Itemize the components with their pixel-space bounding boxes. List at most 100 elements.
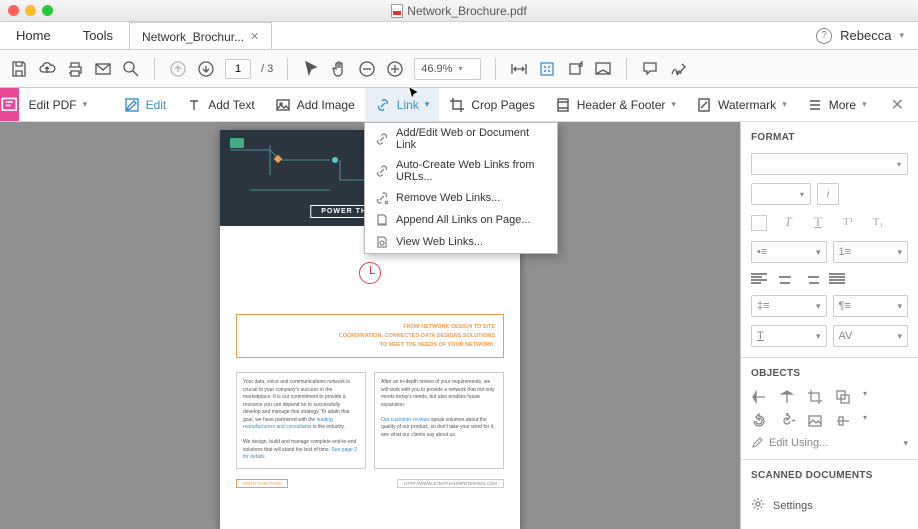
char-spacing-select[interactable]: AV▾ (833, 325, 909, 347)
paragraph-spacing-select[interactable]: ¶≡▾ (833, 295, 909, 317)
link-button[interactable]: Link ▾ (365, 88, 440, 121)
image-icon (275, 97, 291, 113)
menu-add-edit-link[interactable]: Add/Edit Web or Document Link (365, 123, 557, 155)
superscript-button[interactable]: T¹ (839, 215, 857, 229)
page-number-input[interactable] (225, 59, 251, 79)
font-family-select[interactable]: ▾ (751, 153, 908, 175)
scanned-section-header: SCANNED DOCUMENTS (751, 470, 908, 481)
window-title-text: Network_Brochure.pdf (407, 4, 526, 18)
flip-vertical-icon[interactable] (751, 389, 767, 405)
link-remove-icon (375, 191, 389, 205)
body-column-right: After an in-depth review of your require… (374, 372, 504, 469)
edit-icon (124, 97, 140, 113)
rotate-ccw-icon[interactable] (751, 413, 767, 429)
settings-button[interactable]: Settings (751, 491, 908, 520)
comment-icon[interactable] (641, 60, 659, 78)
zoom-in-icon[interactable] (386, 60, 404, 78)
body-link-reviews[interactable]: Our customer reviews (381, 417, 430, 423)
fit-width-icon[interactable] (510, 60, 528, 78)
cloud-upload-icon[interactable] (38, 60, 56, 78)
user-menu[interactable]: Rebecca (840, 28, 891, 43)
email-icon[interactable] (94, 60, 112, 78)
clock-icon (359, 262, 381, 284)
align-justify-button[interactable] (829, 273, 845, 285)
edit-using-button[interactable]: Edit Using... ▾ (751, 437, 908, 449)
objects-section-header: OBJECTS (751, 368, 908, 379)
rotate-cw-icon[interactable] (779, 413, 795, 429)
format-panel: FORMAT ▾ ▾ i T T T¹ T₁ •≡▾ 1≡▾ ‡≡▾ ¶≡▾ (740, 122, 918, 529)
page-up-icon[interactable] (169, 60, 187, 78)
window-title: Network_Brochure.pdf (0, 4, 918, 18)
menu-remove-links[interactable]: Remove Web Links... (365, 187, 557, 209)
horizontal-scale-select[interactable]: T▾ (751, 325, 827, 347)
body-column-left: Your data, voice and communications netw… (236, 372, 366, 469)
bullet-list-button[interactable]: •≡▾ (751, 241, 827, 263)
view-icon (375, 235, 389, 249)
header-footer-icon (555, 97, 571, 113)
page-total-label: / 3 (261, 63, 273, 75)
tabbar: Home Tools Network_Brochur... ✕ ? Rebecc… (0, 22, 918, 50)
document-area[interactable]: Add/Edit Web or Document Link Auto-Creat… (0, 122, 740, 529)
format-section-header: FORMAT (751, 132, 908, 143)
flip-horizontal-icon[interactable] (779, 389, 795, 405)
document-tab[interactable]: Network_Brochur... ✕ (129, 22, 272, 50)
save-icon[interactable] (10, 60, 28, 78)
underline-button[interactable]: T (809, 215, 827, 229)
page-down-icon[interactable] (197, 60, 215, 78)
link-dropdown-menu: Add/Edit Web or Document Link Auto-Creat… (364, 122, 558, 254)
pdf-icon (391, 4, 403, 18)
sign-icon[interactable] (669, 60, 687, 78)
watermark-button[interactable]: Watermark▾ (686, 88, 797, 121)
crop-object-icon[interactable] (807, 389, 823, 405)
select-tool-icon[interactable] (302, 60, 320, 78)
edit-pdf-tool-icon[interactable] (0, 88, 19, 121)
zoom-select[interactable]: 46.9%▾ (414, 58, 481, 80)
main-toolbar: / 3 46.9%▾ (0, 50, 918, 88)
workspace: Add/Edit Web or Document Link Auto-Creat… (0, 122, 918, 529)
zoom-out-icon[interactable] (358, 60, 376, 78)
edit-pdf-menu[interactable]: Edit PDF▾ (19, 88, 98, 121)
color-swatch[interactable] (751, 215, 767, 231)
hand-tool-icon[interactable] (330, 60, 348, 78)
font-size-select[interactable]: ▾ (751, 183, 811, 205)
add-image-button[interactable]: Add Image (265, 88, 365, 121)
tab-home[interactable]: Home (0, 22, 67, 49)
menu-append-links[interactable]: Append All Links on Page... (365, 209, 557, 231)
print-page-link[interactable]: PRINT THIS PAGE (236, 479, 288, 488)
tab-tools[interactable]: Tools (67, 22, 129, 49)
line-spacing-select[interactable]: ‡≡▾ (751, 295, 827, 317)
search-icon[interactable] (122, 60, 140, 78)
arrange-icon[interactable] (835, 389, 851, 405)
italic-button[interactable]: T (779, 215, 797, 229)
edit-button[interactable]: Edit (114, 88, 177, 121)
rotate-icon[interactable] (566, 60, 584, 78)
crop-pages-button[interactable]: Crop Pages (439, 88, 544, 121)
more-button[interactable]: More▾ (797, 88, 877, 121)
header-footer-button[interactable]: Header & Footer▾ (545, 88, 686, 121)
align-right-button[interactable] (803, 273, 819, 285)
website-link[interactable]: HTTP://WWW.JONATHANWPETERSEN.COM (397, 479, 504, 488)
page-icon (375, 213, 389, 227)
close-editbar-icon[interactable]: ✕ (877, 95, 918, 115)
fit-page-icon[interactable] (538, 60, 556, 78)
close-tab-icon[interactable]: ✕ (250, 30, 259, 43)
add-text-button[interactable]: Add Text (176, 88, 264, 121)
chevron-down-icon: ▾ (899, 30, 904, 41)
crop-icon (449, 97, 465, 113)
subscript-button[interactable]: T₁ (869, 215, 887, 229)
print-icon[interactable] (66, 60, 84, 78)
align-left-button[interactable] (751, 273, 767, 285)
align-objects-icon[interactable] (835, 413, 851, 429)
font-info-icon[interactable]: i (817, 183, 839, 205)
more-icon (807, 97, 823, 113)
help-icon[interactable]: ? (816, 28, 832, 44)
cursor-icon (408, 86, 420, 100)
replace-image-icon[interactable] (807, 413, 823, 429)
menu-view-links[interactable]: View Web Links... (365, 231, 557, 253)
read-mode-icon[interactable] (594, 60, 612, 78)
edit-pdf-toolbar: Edit PDF▾ Edit Add Text Add Image Link ▾… (0, 88, 918, 122)
menu-auto-create-links[interactable]: Auto-Create Web Links from URLs... (365, 155, 557, 187)
align-center-button[interactable] (777, 273, 793, 285)
numbered-list-button[interactable]: 1≡▾ (833, 241, 909, 263)
watermark-icon (696, 97, 712, 113)
